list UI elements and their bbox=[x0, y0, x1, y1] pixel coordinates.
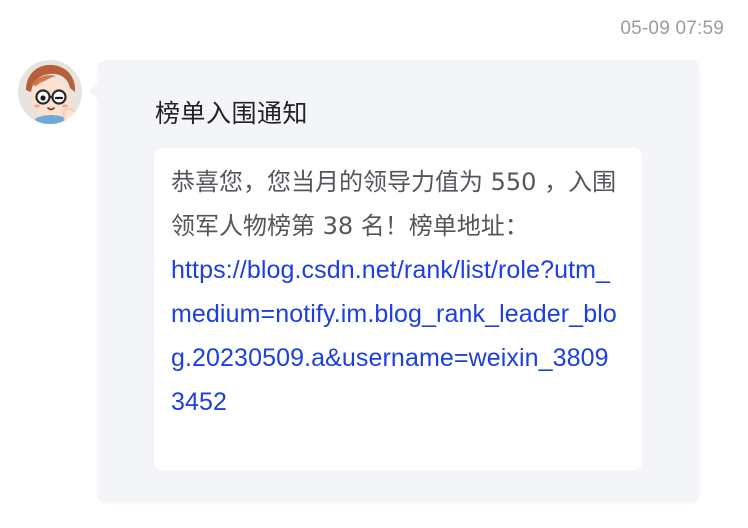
message-body-text: 恭喜您，您当月的领导力值为 550 ，入围领军人物榜第 38 名！榜单地址： bbox=[171, 168, 617, 240]
message-title: 榜单入围通知 bbox=[155, 99, 309, 128]
message-timestamp: 05-09 07:59 bbox=[620, 18, 724, 39]
cartoon-avatar-icon bbox=[18, 60, 82, 124]
message-content-card: 恭喜您，您当月的领导力值为 550 ，入围领军人物榜第 38 名！榜单地址： ht… bbox=[154, 148, 642, 470]
rank-list-link[interactable]: https://blog.csdn.net/rank/list/role?utm… bbox=[171, 256, 617, 416]
message-bubble: 榜单入围通知 恭喜您，您当月的领导力值为 550 ，入围领军人物榜第 38 名！… bbox=[89, 60, 699, 502]
message-body: 恭喜您，您当月的领导力值为 550 ，入围领军人物榜第 38 名！榜单地址： ht… bbox=[171, 160, 621, 424]
sender-avatar[interactable] bbox=[18, 60, 82, 124]
